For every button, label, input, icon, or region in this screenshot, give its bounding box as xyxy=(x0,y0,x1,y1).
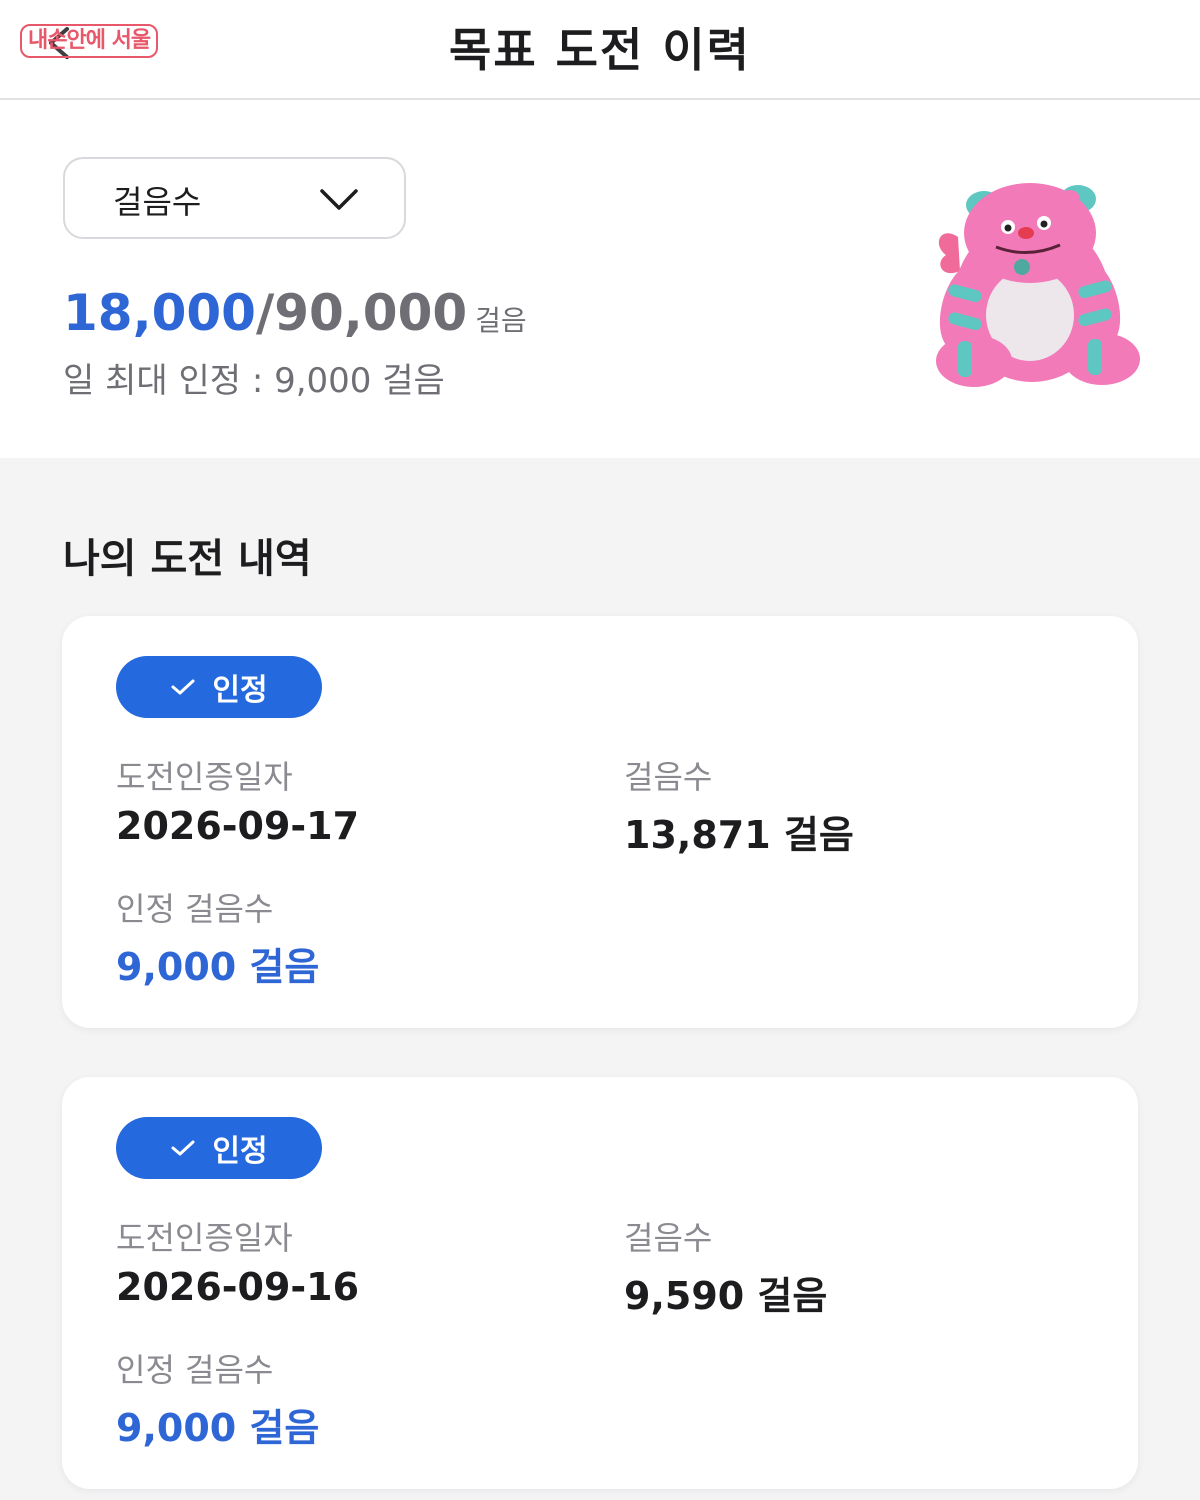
date-label: 도전인증일자 xyxy=(116,1219,293,1257)
recognized-steps-value: 9,000 걸음 xyxy=(116,1406,320,1450)
progress-separator: / xyxy=(255,284,275,342)
recognized-steps-label: 인정 걸음수 xyxy=(116,890,274,928)
section-title: 나의 도전 내역 xyxy=(63,536,312,582)
progress-unit: 걸음 xyxy=(475,304,527,337)
status-badge-label: 인정 xyxy=(212,673,268,708)
progress-goal: 90,000 xyxy=(274,284,468,342)
chevron-down-icon xyxy=(320,189,358,210)
status-badge-label: 인정 xyxy=(212,1134,268,1169)
header: 내손안에 서울 목표 도전 이력 xyxy=(0,0,1200,100)
status-badge: 인정 xyxy=(116,1117,322,1179)
steps-label: 걸음수 xyxy=(624,1219,713,1257)
steps-value: 13,871 걸음 xyxy=(624,813,854,857)
date-label: 도전인증일자 xyxy=(116,758,293,796)
daily-max-recognized: 일 최대 인정 : 9,000 걸음 xyxy=(63,361,445,401)
check-icon xyxy=(171,679,195,695)
steps-label: 걸음수 xyxy=(624,758,713,796)
pink-monster-mascot xyxy=(936,183,1140,387)
progress-current: 18,000 xyxy=(63,284,256,342)
status-badge: 인정 xyxy=(116,656,322,718)
goal-summary: 걸음수 18,000/90,000 걸음 일 최대 인정 : 9,000 걸음 xyxy=(0,100,1200,458)
steps-value: 9,590 걸음 xyxy=(624,1274,828,1318)
metric-select-value: 걸음수 xyxy=(113,183,202,221)
recognized-steps-value: 9,000 걸음 xyxy=(116,945,320,989)
metric-select[interactable]: 걸음수 xyxy=(63,157,406,239)
date-value: 2026-09-17 xyxy=(116,804,360,848)
challenge-card: 인정 도전인증일자 2026-09-16 걸음수 9,590 걸음 인정 걸음수… xyxy=(62,1077,1138,1489)
goal-challenge-history-screen: 내손안에 서울 목표 도전 이력 걸음수 18,000/90,000 걸음 일 최… xyxy=(0,0,1200,1500)
page-title: 목표 도전 이력 xyxy=(449,23,751,77)
check-icon xyxy=(171,1140,195,1156)
recognized-steps-label: 인정 걸음수 xyxy=(116,1351,274,1389)
challenge-card: 인정 도전인증일자 2026-09-17 걸음수 13,871 걸음 인정 걸음… xyxy=(62,616,1138,1028)
date-value: 2026-09-16 xyxy=(116,1265,360,1309)
goal-progress: 18,000/90,000 걸음 xyxy=(63,284,527,342)
